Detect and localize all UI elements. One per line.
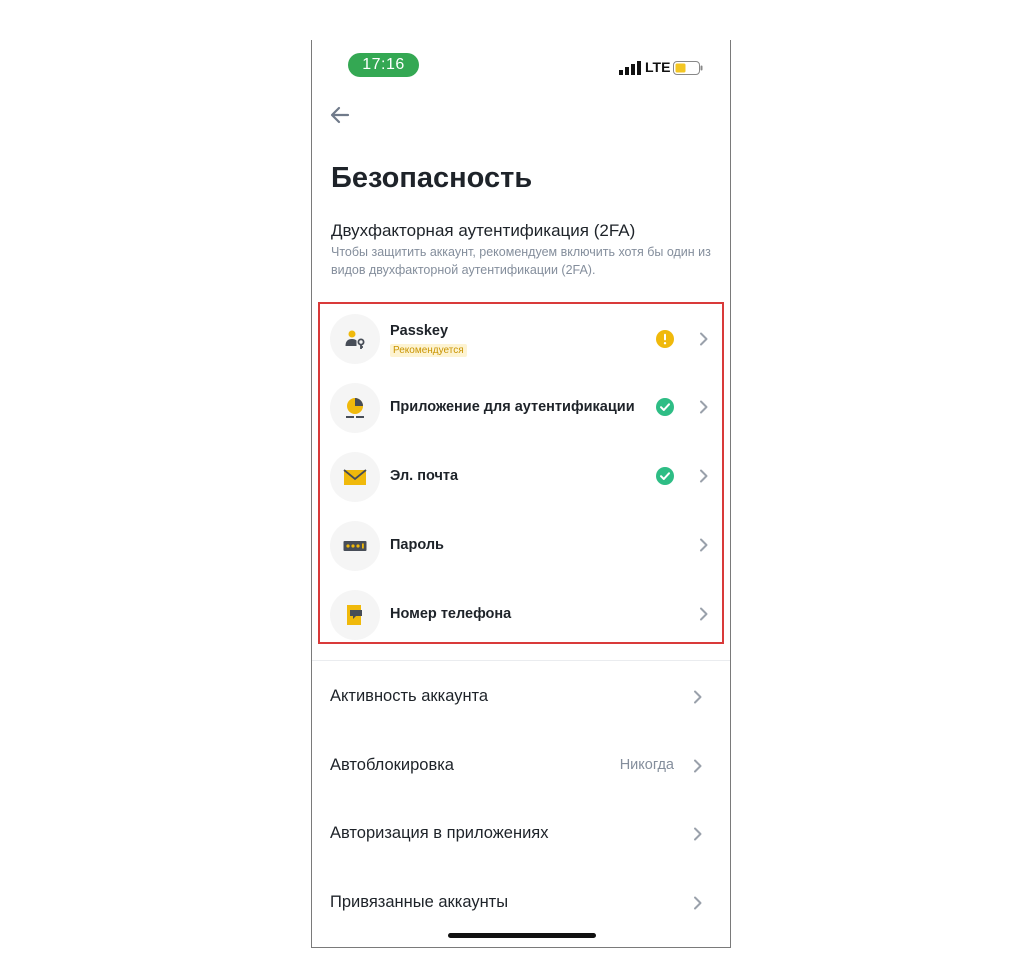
menu-item-label: Активность аккаунта xyxy=(330,687,489,705)
chevron-right-icon xyxy=(694,759,702,773)
twofa-item-phone[interactable]: Номер телефона xyxy=(320,580,722,649)
page-title: Безопасность xyxy=(331,162,533,194)
phone-icon-container xyxy=(330,590,380,640)
signal-icon xyxy=(619,61,641,75)
section-divider xyxy=(312,660,730,661)
phone-icon xyxy=(347,605,362,625)
menu-item-label: Автоблокировка xyxy=(330,756,454,774)
twofa-item-label: Эл. почта xyxy=(390,468,459,484)
chevron-right-icon xyxy=(694,896,702,910)
status-time: 17:16 xyxy=(348,53,419,77)
warning-icon xyxy=(656,330,674,348)
chevron-right-icon xyxy=(694,690,702,704)
autolock-value: Никогда xyxy=(619,757,674,773)
check-circle-icon xyxy=(656,398,674,416)
phone-screen: 17:16 LTE Безопасность Двухфакторная аут… xyxy=(311,40,731,948)
passkey-icon xyxy=(345,330,365,349)
twofa-section-description: Чтобы защитить аккаунт, рекомендуем вклю… xyxy=(331,245,711,277)
chevron-right-icon xyxy=(694,827,702,841)
menu-item-label: Авторизация в приложениях xyxy=(330,824,549,842)
twofa-item-passkey[interactable]: Passkey Рекомендуется xyxy=(320,304,722,373)
twofa-item-authenticator[interactable]: Приложение для аутентификации xyxy=(320,373,722,442)
twofa-section-title: Двухфакторная аутентификация (2FA) xyxy=(331,221,636,240)
menu-item-autolock[interactable]: Автоблокировка Никогда xyxy=(312,731,730,800)
menu-item-account-activity[interactable]: Активность аккаунта xyxy=(312,662,730,731)
twofa-item-label: Пароль xyxy=(390,537,444,553)
authenticator-app-icon xyxy=(346,398,364,418)
chevron-right-icon xyxy=(700,332,708,346)
arrow-left-icon[interactable] xyxy=(328,103,352,127)
menu-item-linked-accounts[interactable]: Привязанные аккаунты xyxy=(312,869,730,938)
passkey-icon-container xyxy=(330,314,380,364)
chevron-right-icon xyxy=(700,400,708,414)
envelope-icon xyxy=(343,469,367,485)
recommended-badge: Рекомендуется xyxy=(390,344,467,357)
check-circle-icon xyxy=(656,467,674,485)
twofa-item-label: Номер телефона xyxy=(390,606,512,622)
email-icon-container xyxy=(330,452,380,502)
twofa-item-label: Приложение для аутентификации xyxy=(390,399,635,415)
twofa-item-email[interactable]: Эл. почта xyxy=(320,442,722,511)
chevron-right-icon xyxy=(700,538,708,552)
password-icon-container xyxy=(330,521,380,571)
authenticator-icon-container xyxy=(330,383,380,433)
battery-icon xyxy=(673,61,703,75)
menu-item-app-authorization[interactable]: Авторизация в приложениях xyxy=(312,800,730,869)
menu-item-label: Привязанные аккаунты xyxy=(330,893,509,911)
twofa-item-label: Passkey xyxy=(390,323,449,339)
network-type: LTE xyxy=(645,59,671,75)
chevron-right-icon xyxy=(700,607,708,621)
home-indicator xyxy=(448,933,596,938)
password-icon xyxy=(343,541,367,551)
twofa-item-password[interactable]: Пароль xyxy=(320,511,722,580)
chevron-right-icon xyxy=(700,469,708,483)
